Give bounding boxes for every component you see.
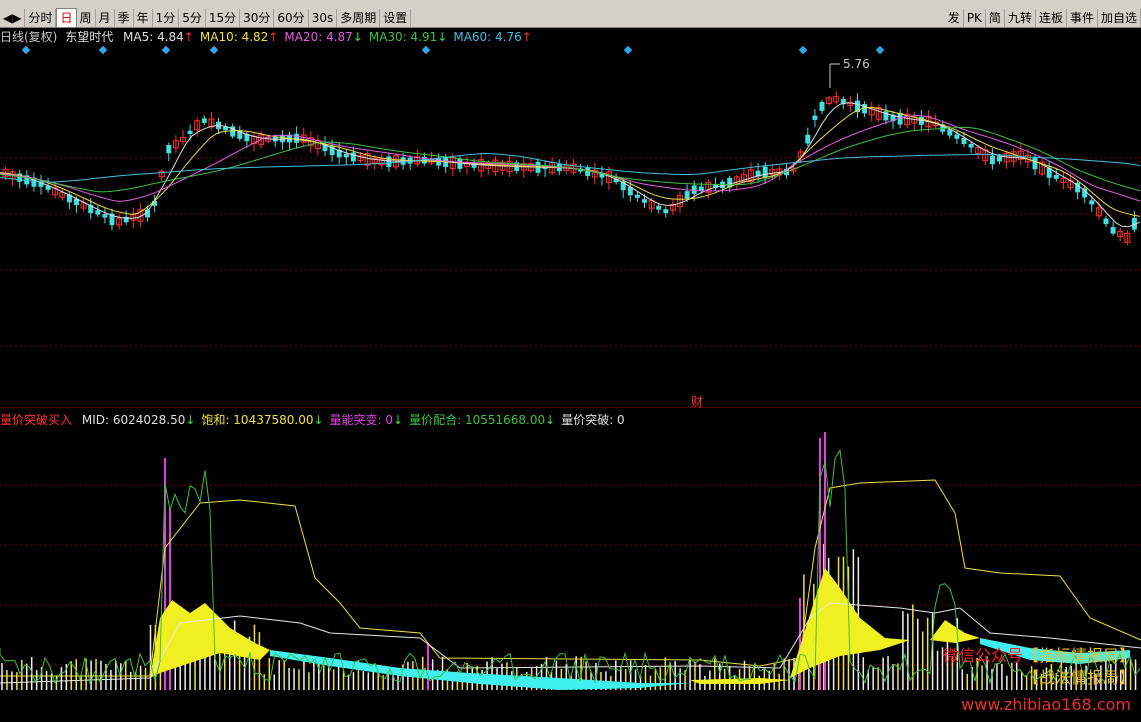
toolbar-right-button[interactable]: 发	[945, 8, 964, 27]
high-price-label: 5.76	[843, 57, 870, 71]
candle-body	[95, 210, 101, 215]
candle-body	[997, 156, 1002, 162]
indicator-field: 量价配合: 10551668.00	[409, 413, 546, 427]
candle-body	[166, 144, 172, 154]
indicator-legend: 量价突破买入 MID: 6024028.50↓ 饱和: 10437580.00↓ 量…	[0, 413, 625, 427]
indicator-trend-arrow: ↓	[545, 413, 556, 427]
candle-body	[954, 134, 960, 139]
signal-diamond-icon	[421, 45, 431, 55]
period-button[interactable]: 周	[77, 8, 96, 27]
candle-body	[294, 133, 300, 143]
candle-body	[698, 186, 704, 191]
toolbar-right-button[interactable]: PK	[964, 8, 986, 27]
candle-body	[762, 166, 768, 178]
indicator-values: MID: 6024028.50↓ 饱和: 10437580.00↓ 量能突变: 0↓…	[76, 413, 625, 427]
candle-body	[1032, 157, 1038, 170]
indicator-trend-arrow: ↓	[185, 413, 196, 427]
candle-body	[1103, 218, 1109, 225]
candle-body	[1089, 200, 1095, 205]
toolbar-right-button[interactable]: 加自选	[1098, 8, 1141, 27]
watermark: 微信公众号【指标情报局】 【战法情报局】	[943, 645, 1135, 689]
candle-body	[968, 143, 974, 148]
candle-body	[989, 155, 995, 165]
candle-body	[642, 199, 647, 203]
period-button[interactable]: 60分	[274, 8, 309, 27]
toolbar-right-button[interactable]: 事件	[1067, 8, 1098, 27]
period-button[interactable]: 15分	[206, 8, 241, 27]
signal-diamond-icon	[798, 45, 808, 55]
candle-body	[350, 152, 356, 162]
period-button[interactable]: 30s	[309, 8, 338, 27]
candle-body	[102, 214, 108, 218]
candle-body	[1110, 227, 1116, 234]
period-button[interactable]: 年	[134, 8, 153, 27]
candle-body	[343, 153, 349, 158]
period-button[interactable]: 季	[115, 8, 134, 27]
watermark-line2: 【战法情报局】	[1022, 668, 1135, 687]
signal-diamond-icon	[161, 45, 171, 55]
ma10-line	[0, 106, 1141, 217]
candlestick-chart[interactable]: 5.76 财	[0, 28, 1141, 408]
indicator-field: 量价突破: 0	[561, 413, 625, 427]
indicator-field: MID: 6024028.50	[81, 413, 186, 427]
candle-body	[201, 118, 207, 123]
period-button[interactable]: 1分	[153, 8, 180, 27]
candle-body	[819, 101, 825, 111]
candle-body	[187, 130, 193, 135]
ma30-line	[0, 126, 1141, 193]
period-button[interactable]: 5分	[179, 8, 206, 27]
watermark-brand: 【指标情报局】	[1022, 646, 1135, 665]
toolbar-right-button[interactable]: 九转	[1005, 8, 1036, 27]
event-marker: 财	[691, 395, 703, 408]
signal-diamond-icon	[21, 45, 31, 55]
candle-body	[656, 205, 662, 210]
signal-diamond-icon	[623, 45, 633, 55]
indicator-name: 量价突破买入	[0, 413, 73, 427]
candle-body	[634, 194, 640, 198]
indicator-field: 量能突变: 0	[329, 413, 394, 427]
nav-arrows-icon[interactable]: ◀▶	[0, 8, 26, 27]
candle-body	[684, 191, 690, 199]
candle-body	[386, 156, 392, 167]
candle-body	[691, 185, 697, 194]
signal-diamond-icon	[875, 45, 885, 55]
candle-body	[585, 167, 591, 177]
watermark-wechat: 微信公众号	[942, 646, 1023, 665]
indicator-trend-arrow: ↓	[393, 413, 404, 427]
period-button[interactable]: 月	[96, 8, 115, 27]
period-button[interactable]: 分时	[25, 8, 57, 27]
indicator-field: 饱和: 10437580.00	[201, 413, 314, 427]
watermark-url: www.zhibiao168.com	[961, 695, 1131, 714]
candle-body	[812, 115, 818, 120]
indicator-trend-arrow: ↓	[313, 413, 324, 427]
candle-body	[805, 134, 811, 144]
signal-diamond-icon	[209, 45, 219, 55]
yellow-area	[930, 620, 980, 643]
period-button[interactable]: 日	[56, 7, 77, 28]
toolbar-right-button[interactable]: 简	[986, 8, 1005, 27]
period-button[interactable]: 多周期	[337, 8, 381, 27]
period-button[interactable]: 30分	[240, 8, 275, 27]
signal-diamond-icon	[98, 45, 108, 55]
period-toolbar: ◀▶ 分时日周月季年 1分 5分 15分 30分 60分 30s 多周期 设置 发 PK 简九转 连板 事件…	[0, 7, 1141, 28]
candle-body	[1053, 174, 1059, 179]
candle-body	[663, 209, 669, 214]
period-button[interactable]: 设置	[380, 8, 412, 27]
toolbar-right-button[interactable]: 连板	[1036, 8, 1067, 27]
